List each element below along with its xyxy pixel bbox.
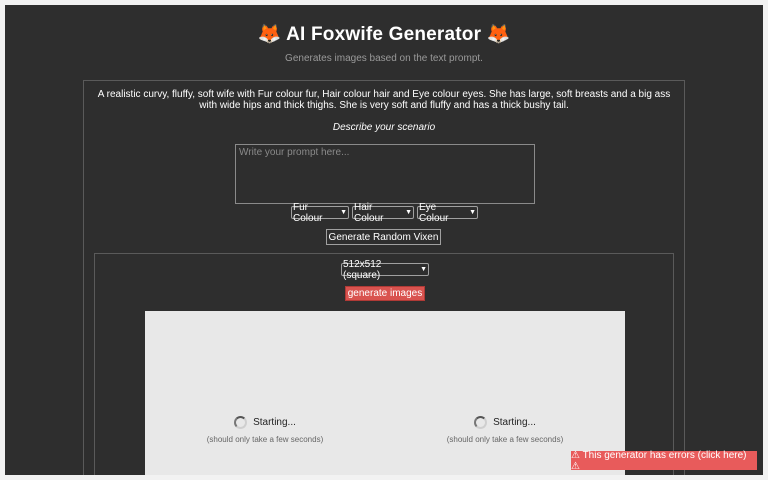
image-output-area: Starting... (should only take a few seco… [145,311,625,475]
image-slot: Starting... (should only take a few seco… [145,416,385,444]
slot-status: Starting... [253,417,296,428]
size-select[interactable]: 512x512 (square) ▼ [341,259,429,281]
hair-colour-value: Hair Colour [354,201,384,224]
generate-images-button[interactable]: generate images [345,286,425,301]
prompt-description: A realistic curvy, fluffy, soft wife wit… [97,89,671,111]
chevron-down-icon: ▼ [340,209,347,216]
slot-status: Starting... [493,417,536,428]
slot-hint: (should only take a few seconds) [206,435,324,444]
scenario-label: Describe your scenario [332,122,436,133]
eye-colour-select[interactable]: Eye Colour ▼ [417,202,478,224]
spinner-icon [474,416,488,429]
fur-colour-select[interactable]: Fur Colour ▼ [291,202,349,224]
prompt-input[interactable] [235,144,535,204]
hair-colour-select[interactable]: Hair Colour ▼ [352,202,414,224]
size-value: 512x512 (square) [343,258,382,281]
generate-random-vixen-button[interactable]: Generate Random Vixen [326,229,441,245]
generator-errors-button[interactable]: ⚠ This generator has errors (click here)… [571,450,757,472]
fur-colour-value: Fur Colour [293,201,323,224]
generator-frame: 🦊 AI Foxwife Generator 🦊 Generates image… [5,5,763,475]
spinner-icon [234,416,248,429]
slot-hint: (should only take a few seconds) [446,435,564,444]
eye-colour-value: Eye Colour [419,201,449,224]
page-title: 🦊 AI Foxwife Generator 🦊 [257,24,511,45]
page-subtitle: Generates images based on the text promp… [285,53,483,64]
chevron-down-icon: ▼ [405,209,412,216]
generator-panel: A realistic curvy, fluffy, soft wife wit… [83,80,685,475]
chevron-down-icon: ▼ [420,266,427,273]
chevron-down-icon: ▼ [469,209,476,216]
image-generator-box: 512x512 (square) ▼ generate images Start… [94,253,674,475]
image-slot: Starting... (should only take a few seco… [385,416,625,444]
